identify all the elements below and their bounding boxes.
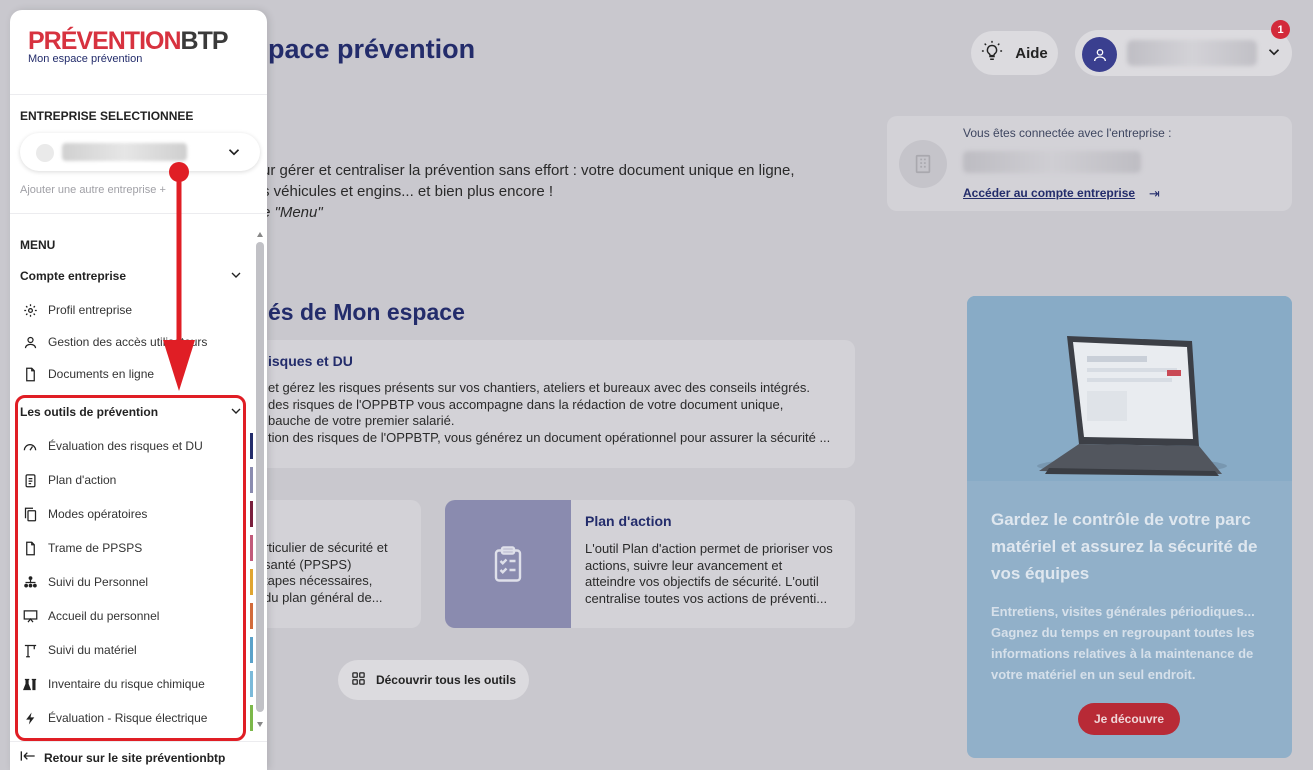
logo[interactable]: PRÉVENTIONBTP bbox=[28, 27, 229, 55]
user-icon bbox=[1093, 48, 1106, 61]
menu-label: MENU bbox=[20, 238, 56, 252]
card-title: Plan d'action bbox=[585, 513, 672, 529]
card-line: tion des risques de l'OPPBTP, vous génér… bbox=[268, 429, 831, 445]
promo-card: Gardez le contrôle de votre parc matérie… bbox=[967, 296, 1292, 758]
arrow-left-to-bar-icon bbox=[20, 750, 36, 765]
card-text: L'outil Plan d'action permet de priorise… bbox=[585, 541, 833, 607]
color-tab bbox=[250, 569, 253, 595]
color-tab bbox=[250, 501, 253, 527]
lightbulb-icon bbox=[981, 40, 1003, 66]
card-line: des risques de l'OPPBTP vous accompagne … bbox=[268, 396, 784, 412]
company-account-link[interactable]: Accéder au compte entreprise bbox=[963, 186, 1135, 200]
add-entreprise-link[interactable]: Ajouter une autre entreprise + bbox=[20, 184, 166, 196]
color-tab bbox=[250, 535, 253, 561]
intro-line: ur gérer et centraliser la prévention sa… bbox=[262, 162, 795, 179]
discover-button[interactable]: Je découvre bbox=[1078, 703, 1180, 735]
document-icon bbox=[22, 366, 38, 382]
card-title: isques et DU bbox=[268, 353, 353, 369]
notification-badge[interactable]: 1 bbox=[1271, 20, 1290, 39]
card-line: tapes nécessaires, bbox=[264, 573, 373, 588]
building-icon bbox=[36, 144, 54, 162]
scroll-down-icon[interactable] bbox=[257, 722, 263, 727]
arrow-right-to-bar-icon: ⇥ bbox=[1149, 186, 1160, 201]
discover-tools-button[interactable]: Découvrir tous les outils bbox=[338, 660, 529, 700]
color-tab bbox=[250, 433, 253, 459]
connected-company-card: Vous êtes connectée avec l'entreprise : … bbox=[887, 116, 1292, 211]
promo-title: Gardez le contrôle de votre parc matérie… bbox=[991, 510, 1258, 583]
building-icon bbox=[899, 140, 947, 188]
back-to-site-link[interactable]: Retour sur le site préventionbtp bbox=[20, 750, 225, 765]
scroll-thumb[interactable] bbox=[256, 242, 264, 712]
sidebar-item-profil[interactable]: Profil entreprise bbox=[22, 299, 132, 321]
entreprise-select[interactable] bbox=[20, 133, 260, 171]
chevron-down-icon bbox=[1265, 43, 1283, 66]
connected-label: Vous êtes connectée avec l'entreprise : bbox=[963, 126, 1172, 140]
divider bbox=[10, 741, 267, 742]
intro-line: s véhicules et engins... et bien plus en… bbox=[262, 183, 554, 200]
features-title: és de Mon espace bbox=[268, 299, 465, 325]
logo-dark: BTP bbox=[180, 27, 229, 55]
color-tab bbox=[250, 603, 253, 629]
sidebar-item-label: Documents en ligne bbox=[48, 367, 155, 381]
annotation-arrow bbox=[163, 162, 195, 391]
chevron-down-icon bbox=[225, 143, 243, 166]
help-label: Aide bbox=[1015, 44, 1048, 62]
card-line: actions, suivre leur avancement et bbox=[585, 557, 783, 573]
entreprise-label: ENTREPRISE SELECTIONNEE bbox=[20, 109, 194, 123]
highlight-box bbox=[15, 395, 246, 741]
card-line: et gérez les risques présents sur vos ch… bbox=[268, 380, 810, 395]
card-text: rticulier de sécurité et santé (PPSPS) t… bbox=[264, 540, 388, 606]
card-line: santé (PPSPS) bbox=[264, 556, 352, 572]
card-text: et gérez les risques présents sur vos ch… bbox=[268, 380, 830, 446]
page-title: pace prévention bbox=[268, 34, 476, 64]
card-line: bauche de votre premier salarié. bbox=[268, 413, 455, 428]
intro-text: ur gérer et centraliser la prévention sa… bbox=[262, 160, 795, 223]
promo-text: Entretiens, visites générales périodique… bbox=[991, 604, 1255, 682]
card-line: centralise toutes vos actions de prévent… bbox=[585, 590, 828, 606]
user-menu[interactable] bbox=[1075, 30, 1292, 76]
gear-icon bbox=[22, 302, 38, 318]
grid-icon bbox=[351, 671, 366, 689]
company-name-redacted bbox=[963, 151, 1141, 173]
divider bbox=[10, 94, 267, 95]
feature-card-plan-action[interactable]: Plan d'action L'outil Plan d'action perm… bbox=[445, 500, 855, 628]
sidebar-item-label: Profil entreprise bbox=[48, 303, 133, 317]
user-name-redacted bbox=[1127, 40, 1257, 66]
color-tab bbox=[250, 637, 253, 663]
back-label: Retour sur le site préventionbtp bbox=[44, 750, 226, 765]
help-button[interactable]: Aide bbox=[971, 31, 1058, 75]
add-entreprise-label: Ajouter une autre entreprise bbox=[20, 184, 157, 196]
laptop-illustration bbox=[967, 296, 1292, 481]
intro-line: e "Menu" bbox=[262, 204, 323, 221]
avatar bbox=[1082, 37, 1117, 72]
feature-card-risques[interactable]: isques et DU et gérez les risques présen… bbox=[230, 340, 855, 468]
card-line: L'outil Plan d'action permet de priorise… bbox=[585, 541, 833, 556]
discover-label: Découvrir tous les outils bbox=[375, 673, 517, 687]
scroll-up-icon[interactable] bbox=[257, 232, 263, 237]
card-line: rticulier de sécurité et bbox=[264, 540, 388, 555]
color-tab bbox=[250, 705, 253, 731]
divider bbox=[10, 213, 267, 214]
chevron-down-icon[interactable] bbox=[228, 267, 244, 288]
logo-red: PRÉVENTION bbox=[28, 27, 182, 55]
sidebar-item-documents[interactable]: Documents en ligne bbox=[22, 363, 154, 385]
color-tab bbox=[250, 671, 253, 697]
logo-subtitle: Mon espace prévention bbox=[28, 53, 143, 65]
scrollbar[interactable] bbox=[256, 232, 264, 732]
group-compte-entreprise[interactable]: Compte entreprise bbox=[20, 269, 126, 283]
card-line: du plan général de... bbox=[264, 589, 383, 605]
color-tab bbox=[250, 467, 253, 493]
card-line: atteindre vos objectifs de sécurité. L'o… bbox=[585, 574, 819, 589]
clipboard-check-icon bbox=[445, 500, 571, 628]
user-icon bbox=[22, 334, 38, 350]
